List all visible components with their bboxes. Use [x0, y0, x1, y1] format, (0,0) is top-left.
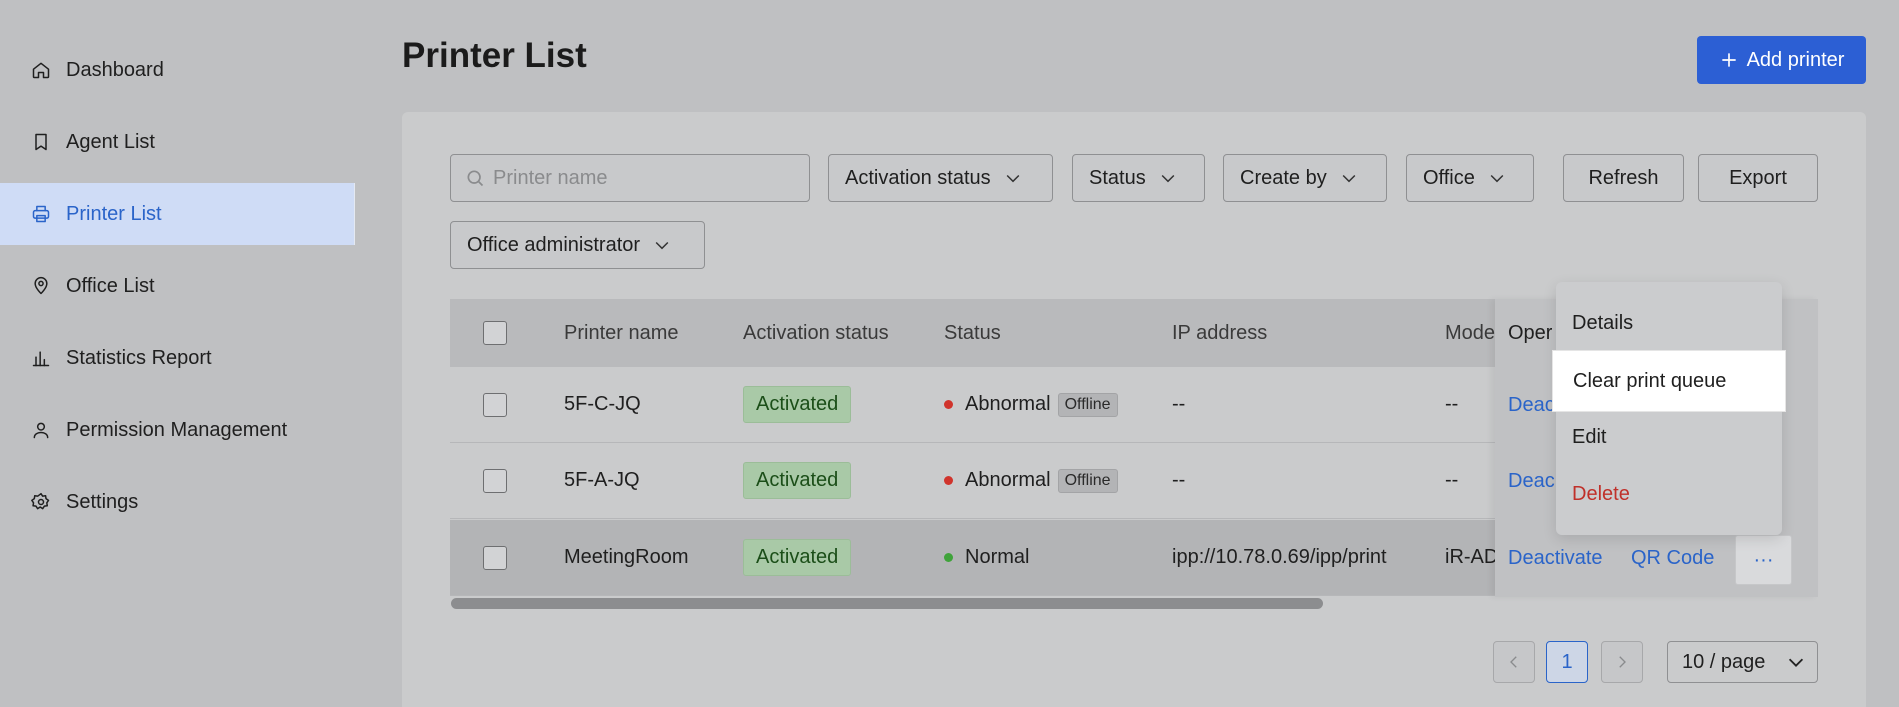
horizontal-scrollbar[interactable] — [451, 598, 1323, 609]
printer-name: 5F-A-JQ — [564, 469, 640, 491]
chevron-down-icon — [1487, 168, 1507, 188]
column-header: Activation status — [743, 321, 889, 344]
offline-badge: Offline — [1057, 468, 1118, 493]
sidebar-item-settings[interactable]: Settings — [0, 471, 355, 533]
office-administrator-select[interactable]: Office administrator — [450, 221, 705, 269]
column-header: Oper — [1508, 321, 1553, 344]
sidebar-item-agent-list[interactable]: Agent List — [0, 111, 355, 173]
search-input[interactable] — [493, 166, 793, 190]
activation-badge: Activated — [743, 386, 852, 423]
sidebar-item-label: Agent List — [66, 130, 155, 153]
location-pin-icon — [30, 275, 52, 297]
status-dot — [944, 476, 953, 485]
sidebar-item-permission-management[interactable]: Permission Management — [0, 399, 355, 461]
create-by-select[interactable]: Create by — [1223, 154, 1387, 202]
select-all-checkbox[interactable] — [483, 321, 507, 345]
printer-icon — [30, 203, 52, 225]
ip-address: -- — [1172, 469, 1186, 491]
row-checkbox[interactable] — [483, 468, 507, 493]
status-text: Abnormal — [965, 469, 1051, 491]
status-select[interactable]: Status — [1072, 154, 1205, 202]
page-size-select[interactable]: 10 / page — [1667, 641, 1818, 683]
activation-badge: Activated — [743, 539, 852, 576]
refresh-button[interactable]: Refresh — [1563, 154, 1684, 202]
sidebar-item-label: Office List — [66, 274, 155, 297]
status-text: Normal — [965, 546, 1030, 568]
sidebar-item-label: Dashboard — [66, 58, 164, 81]
select-label: Activation status — [845, 166, 991, 189]
status-dot — [944, 400, 953, 409]
office-select[interactable]: Office — [1406, 154, 1534, 202]
more-actions-button[interactable]: ··· — [1735, 535, 1792, 585]
menu-item-edit[interactable]: Edit — [1556, 409, 1782, 466]
next-page-button[interactable] — [1601, 641, 1643, 683]
chevron-right-icon — [1619, 656, 1626, 668]
prev-page-button[interactable] — [1493, 641, 1535, 683]
export-label: Export — [1729, 166, 1787, 189]
menu-item-details[interactable]: Details — [1556, 295, 1782, 352]
activation-badge: Activated — [743, 462, 852, 499]
status-dot — [944, 553, 953, 562]
search-icon — [467, 170, 484, 187]
menu-item-delete[interactable]: Delete — [1556, 466, 1782, 523]
model: -- — [1445, 393, 1459, 415]
ip-address: ipp://10.78.0.69/ipp/print — [1172, 546, 1387, 568]
sidebar-item-label: Statistics Report — [66, 346, 212, 369]
chevron-down-icon — [652, 235, 672, 255]
model: -- — [1445, 469, 1459, 491]
plus-icon — [1721, 53, 1736, 67]
page-title: Printer List — [402, 36, 587, 75]
sidebar: Dashboard Agent List Printer List Office… — [0, 0, 355, 707]
status-text: Abnormal — [965, 393, 1051, 415]
chevron-down-icon — [1339, 168, 1359, 188]
user-icon — [30, 419, 52, 441]
add-printer-button[interactable]: Add printer — [1697, 36, 1866, 84]
ip-address: -- — [1172, 393, 1186, 415]
export-button[interactable]: Export — [1698, 154, 1818, 202]
printer-name: 5F-C-JQ — [564, 393, 641, 415]
chevron-down-icon — [1003, 168, 1023, 188]
row-actions-menu: Details Clear print queue Edit Delete — [1552, 282, 1786, 535]
select-label: Office administrator — [467, 233, 641, 256]
activation-status-select[interactable]: Activation status — [828, 154, 1053, 202]
add-printer-label: Add printer — [1746, 48, 1845, 71]
sidebar-item-label: Permission Management — [66, 418, 288, 441]
row-checkbox[interactable] — [483, 545, 507, 570]
chevron-down-icon — [1158, 168, 1178, 188]
column-header: Mode — [1445, 321, 1495, 344]
ellipsis-icon: ··· — [1753, 548, 1774, 571]
sidebar-item-office-list[interactable]: Office List — [0, 255, 355, 317]
page-size-label: 10 / page — [1682, 650, 1766, 673]
sidebar-item-statistics-report[interactable]: Statistics Report — [0, 327, 355, 389]
column-header: IP address — [1172, 321, 1268, 344]
sidebar-item-dashboard[interactable]: Dashboard — [0, 39, 355, 101]
select-label: Office — [1423, 166, 1475, 189]
page-number-button[interactable]: 1 — [1546, 641, 1588, 683]
bookmark-icon — [30, 131, 52, 153]
deactivate-link[interactable]: Deac — [1508, 367, 1555, 443]
deactivate-link[interactable]: Deac — [1508, 443, 1555, 520]
sidebar-item-printer-list[interactable]: Printer List — [0, 183, 355, 245]
chevron-down-icon — [1785, 651, 1807, 673]
model: iR-AD — [1445, 546, 1495, 568]
column-header: Status — [944, 321, 1001, 344]
gear-icon — [30, 491, 52, 513]
home-icon — [30, 59, 52, 81]
bar-chart-icon — [30, 347, 52, 369]
search-field[interactable] — [450, 154, 810, 202]
refresh-label: Refresh — [1588, 166, 1659, 189]
printer-name: MeetingRoom — [564, 546, 689, 568]
sidebar-item-label: Printer List — [66, 202, 162, 225]
column-header: Printer name — [564, 321, 679, 344]
menu-item-clear-print-queue[interactable]: Clear print queue — [1552, 350, 1786, 412]
row-checkbox[interactable] — [483, 392, 507, 417]
select-label: Status — [1089, 166, 1146, 189]
sidebar-item-label: Settings — [66, 490, 139, 513]
select-label: Create by — [1240, 166, 1327, 189]
offline-badge: Offline — [1057, 392, 1118, 417]
chevron-left-icon — [1510, 656, 1517, 668]
